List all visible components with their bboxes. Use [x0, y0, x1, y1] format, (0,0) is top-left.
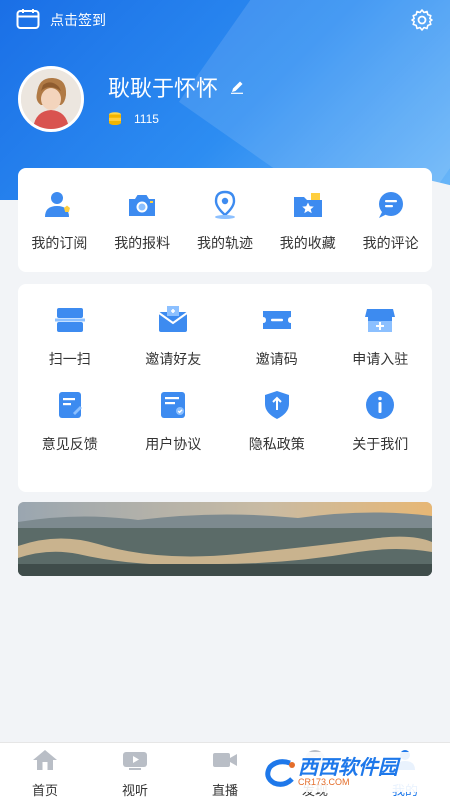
- tv-icon: [122, 749, 148, 776]
- my-subscriptions-label: 我的订阅: [31, 235, 88, 251]
- promo-banner[interactable]: [18, 502, 432, 576]
- camera-icon: [125, 190, 159, 225]
- watermark-text: 西西软件园: [298, 756, 398, 779]
- invite-friends-label: 邀请好友: [145, 351, 202, 367]
- info-icon: [363, 389, 397, 426]
- my-reports-label: 我的报料: [114, 235, 171, 251]
- my-subscriptions-button[interactable]: 我的订阅: [18, 190, 100, 253]
- my-favorites-button[interactable]: 我的收藏: [267, 190, 349, 253]
- calendar-icon: [16, 8, 40, 33]
- video-camera-icon: [212, 749, 238, 776]
- scan-label: 扫一扫: [48, 351, 91, 367]
- privacy-policy-label: 隐私政策: [248, 436, 305, 452]
- edit-pencil-icon[interactable]: [230, 74, 244, 100]
- my-tracks-label: 我的轨迹: [196, 235, 253, 251]
- my-reports-button[interactable]: 我的报料: [101, 190, 183, 253]
- about-us-label: 关于我们: [352, 436, 409, 452]
- feedback-button[interactable]: 意见反馈: [18, 389, 122, 454]
- my-favorites-label: 我的收藏: [279, 235, 336, 251]
- coin-stack-icon: [108, 111, 122, 128]
- star-folder-icon: [291, 190, 325, 225]
- ticket-icon: [260, 304, 294, 341]
- avatar[interactable]: [18, 66, 84, 132]
- watermark: 西西软件园 CR173.COM: [258, 752, 434, 792]
- invite-friends-button[interactable]: 邀请好友: [122, 304, 226, 369]
- apply-join-button[interactable]: 申请入驻: [329, 304, 433, 369]
- user-agreement-button[interactable]: 用户协议: [122, 389, 226, 454]
- user-profile: 耿耿于怀怀 1115: [18, 66, 244, 132]
- tab-watch-listen[interactable]: 视听: [90, 743, 180, 800]
- my-comments-label: 我的评论: [362, 235, 419, 251]
- top-bar: 点击签到: [0, 0, 450, 40]
- home-icon: [32, 749, 58, 776]
- checkin-button[interactable]: 点击签到: [16, 8, 106, 33]
- tab-home[interactable]: 首页: [0, 743, 90, 800]
- invite-mail-icon: [156, 304, 190, 341]
- apply-join-label: 申请入驻: [352, 351, 409, 367]
- about-us-button[interactable]: 关于我们: [329, 389, 433, 454]
- scan-icon: [53, 304, 87, 341]
- feedback-label: 意见反馈: [41, 436, 98, 452]
- subscribe-icon: [42, 190, 76, 225]
- checkin-label: 点击签到: [50, 12, 106, 28]
- quick-actions-card: 我的订阅 我的报料 我的轨迹 我的收藏 我的评论: [18, 168, 432, 272]
- scan-button[interactable]: 扫一扫: [18, 304, 122, 369]
- watermark-sub: CR173.COM: [298, 776, 350, 787]
- services-card: 扫一扫 邀请好友 邀请码 申请入驻 意见反馈 用户协议 隐私政策 关于我们: [18, 284, 432, 492]
- watermark-logo-icon: [265, 759, 295, 787]
- feedback-icon: [53, 389, 87, 426]
- comment-bubble-icon: [374, 190, 408, 225]
- tab-watch-listen-label: 视听: [121, 783, 148, 798]
- gear-icon[interactable]: [410, 8, 434, 32]
- coin-count: 1115: [134, 112, 159, 126]
- location-pin-icon: [208, 190, 242, 225]
- tab-home-label: 首页: [31, 783, 58, 798]
- username: 耿耿于怀怀: [108, 75, 219, 101]
- invite-code-label: 邀请码: [255, 351, 298, 367]
- privacy-policy-button[interactable]: 隐私政策: [225, 389, 329, 454]
- my-comments-button[interactable]: 我的评论: [350, 190, 432, 253]
- store-add-icon: [363, 304, 397, 341]
- tab-live-label: 直播: [211, 783, 238, 798]
- tab-live[interactable]: 直播: [180, 743, 270, 800]
- agreement-icon: [156, 389, 190, 426]
- user-agreement-label: 用户协议: [145, 436, 202, 452]
- invite-code-button[interactable]: 邀请码: [225, 304, 329, 369]
- shield-icon: [260, 389, 294, 426]
- my-tracks-button[interactable]: 我的轨迹: [184, 190, 266, 253]
